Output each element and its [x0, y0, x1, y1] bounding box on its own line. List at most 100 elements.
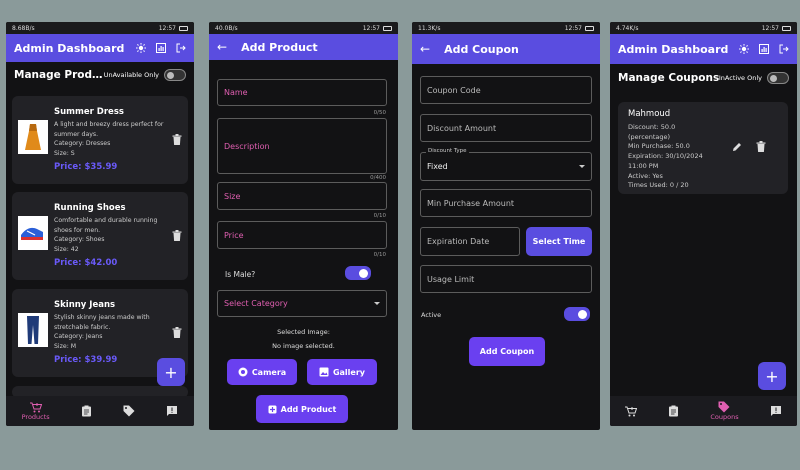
unavailable-toggle[interactable] [164, 69, 186, 81]
chart-icon[interactable] [759, 44, 769, 54]
product-card[interactable]: Running Shoes Comfortable and durable ru… [12, 192, 188, 280]
battery-icon [782, 25, 791, 31]
camera-label: Camera [251, 367, 287, 377]
app-bar: Admin Dashboard [610, 34, 797, 64]
add-coupon-fab[interactable]: + [758, 362, 786, 390]
expiration-date-field[interactable]: Expiration Date [420, 227, 520, 256]
unavailable-filter-label: UnAvailable Only [103, 71, 159, 79]
discount-type-value: Fixed [427, 162, 448, 171]
back-arrow-icon[interactable]: ← [420, 42, 430, 56]
status-time: 12:57 [362, 24, 380, 32]
trash-icon[interactable] [172, 134, 182, 145]
manage-title: Manage Coupons [618, 72, 719, 84]
active-label: Active [421, 311, 442, 319]
discount-type-label: Discount Type [426, 148, 469, 154]
products-screen: 8.68B/s 12:57 Admin Dashboard Manage Pro… [6, 22, 194, 426]
active-toggle[interactable] [564, 307, 590, 321]
cart-icon[interactable] [625, 406, 638, 417]
gallery-label: Gallery [332, 367, 366, 377]
trash-icon[interactable] [172, 327, 182, 338]
add-product-screen: 40.0B/s 12:57 ← Add Product Name 0/50 De… [209, 22, 398, 430]
inactive-filter-label: InActive Only [718, 74, 762, 82]
product-desc: A light and breezy dress perfect for sum… [54, 121, 164, 138]
price-field[interactable]: Price [217, 221, 387, 249]
product-price: Price: $39.99 [54, 354, 118, 365]
size-counter: 0/10 [373, 213, 386, 219]
app-title: Admin Dashboard [14, 41, 125, 55]
app-title: Add Product [241, 40, 318, 54]
plus-icon: + [765, 366, 779, 386]
add-coupon-label: Add Coupon [479, 347, 535, 356]
logout-icon[interactable] [176, 43, 186, 53]
gallery-button[interactable]: Gallery [307, 359, 377, 385]
clipboard-icon[interactable] [81, 405, 92, 417]
product-category: Category: Jeans [54, 333, 103, 341]
manage-title: Manage Prod… [14, 69, 103, 81]
discount-amount-field[interactable]: Discount Amount [420, 114, 592, 142]
add-coupon-screen: 11.3K/s 12:57 ← Add Coupon Coupon Code D… [412, 22, 600, 430]
price-placeholder: Price [224, 230, 244, 240]
coupon-name: Mahmoud [628, 109, 671, 119]
bottom-nav: Products [6, 396, 194, 426]
product-image [18, 313, 48, 347]
discount-type-select[interactable]: Discount Type Fixed [420, 148, 592, 181]
description-counter: 0/400 [370, 175, 386, 181]
app-title: Admin Dashboard [618, 42, 729, 56]
coupon-discount: Discount: 50.0 [628, 122, 676, 131]
is-male-toggle[interactable] [345, 266, 371, 280]
product-image [18, 216, 48, 250]
coupons-screen: 4.74K/s 12:57 Admin Dashboard Manage Cou… [610, 22, 797, 426]
selected-image-label: Selected Image: [277, 328, 330, 336]
clipboard-icon[interactable] [668, 405, 679, 417]
nav-products[interactable]: Products [22, 402, 50, 421]
status-time: 12:57 [158, 24, 176, 32]
chart-icon[interactable] [156, 43, 166, 53]
battery-icon [383, 25, 392, 31]
inactive-toggle[interactable] [767, 72, 789, 84]
usage-limit-field[interactable]: Usage Limit [420, 265, 592, 293]
logout-icon[interactable] [779, 44, 789, 54]
app-bar: ← Add Product [209, 34, 398, 60]
select-time-label: Select Time [532, 237, 586, 246]
size-field[interactable]: Size [217, 182, 387, 210]
add-product-button[interactable]: Add Product [256, 395, 348, 423]
expiration-placeholder: Expiration Date [427, 237, 490, 246]
product-category: Category: Dresses [54, 140, 111, 148]
status-bar: 8.68B/s 12:57 [6, 22, 194, 34]
brightness-icon[interactable] [739, 44, 749, 54]
coupon-card[interactable]: Mahmoud Discount: 50.0 (percentage) Min … [618, 102, 788, 194]
select-time-button[interactable]: Select Time [526, 227, 592, 256]
battery-icon [585, 25, 594, 31]
product-card[interactable]: Summer Dress A light and breezy dress pe… [12, 96, 188, 184]
chevron-down-icon [374, 302, 380, 305]
min-purchase-field[interactable]: Min Purchase Amount [420, 189, 592, 217]
app-title: Add Coupon [444, 42, 519, 56]
add-product-label: Add Product [280, 404, 337, 414]
camera-button[interactable]: Camera [227, 359, 297, 385]
status-speed: 11.3K/s [418, 24, 441, 32]
camera-icon [238, 367, 248, 377]
add-product-fab[interactable]: + [157, 358, 185, 386]
nav-products-label: Products [21, 412, 50, 421]
manage-header: Manage Coupons InActive Only [610, 64, 797, 92]
no-image-text: No image selected. [272, 342, 335, 350]
tag-icon[interactable] [123, 405, 135, 417]
description-field[interactable]: Description [217, 118, 387, 174]
add-coupon-button[interactable]: Add Coupon [469, 337, 545, 366]
brightness-icon[interactable] [136, 43, 146, 53]
edit-icon[interactable] [732, 142, 742, 152]
nav-coupons-label: Coupons [710, 413, 739, 421]
trash-icon[interactable] [756, 141, 766, 152]
trash-icon[interactable] [172, 230, 182, 241]
back-arrow-icon[interactable]: ← [217, 40, 227, 54]
coupon-code-field[interactable]: Coupon Code [420, 76, 592, 104]
product-name: Summer Dress [54, 107, 124, 117]
discount-amount-placeholder: Discount Amount [427, 123, 497, 133]
app-bar: Admin Dashboard [6, 34, 194, 62]
category-select[interactable]: Select Category [217, 290, 387, 317]
name-field[interactable]: Name [217, 79, 387, 106]
report-icon[interactable] [770, 405, 782, 417]
nav-coupons[interactable]: Coupons [710, 401, 739, 421]
status-speed: 40.0B/s [215, 24, 238, 32]
report-icon[interactable] [166, 405, 178, 417]
